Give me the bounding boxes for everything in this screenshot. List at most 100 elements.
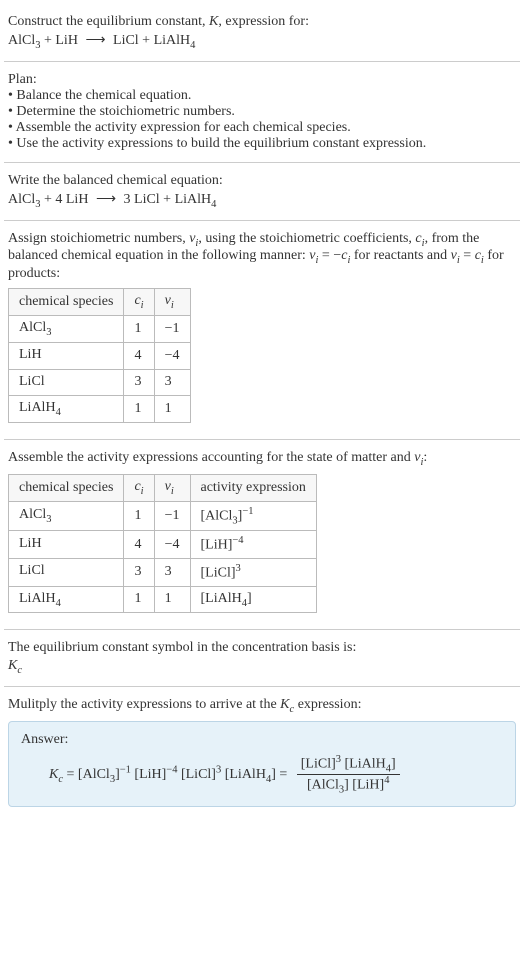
table-header-row: chemical species ci νi activity expressi… — [9, 474, 317, 501]
activity-section: Assemble the activity expressions accoun… — [4, 444, 520, 625]
sp: LiCl — [19, 374, 45, 389]
unbalanced-equation: AlCl3 + LiH ⟶ LiCl + LiAlH4 — [8, 32, 516, 51]
plan-bullet: • Determine the stoichiometric numbers. — [8, 104, 516, 120]
cell-species: LiCl — [9, 558, 124, 586]
assign-b: , using the stoichiometric coefficients, — [198, 231, 415, 246]
sub-i: i — [171, 300, 174, 311]
eq-rhs: LiCl + LiAlH — [110, 33, 191, 48]
col-c: ci — [124, 474, 154, 501]
ax: [AlCl — [201, 508, 233, 523]
col-c: ci — [124, 289, 154, 316]
cell-c: 4 — [124, 531, 154, 559]
num-a: [LiCl] — [301, 757, 336, 772]
table-row: LiCl 3 3 [LiCl]3 — [9, 558, 317, 586]
cell-activity: [LiH]−4 — [190, 531, 316, 559]
eq: = — [276, 767, 291, 782]
stoich-table: chemical species ci νi AlCl3 1 −1 LiH 4 … — [8, 288, 191, 423]
table-row: LiH 4 −4 [LiH]−4 — [9, 531, 317, 559]
balanced-title: Write the balanced chemical equation: — [8, 173, 516, 189]
cell-species: LiH — [9, 531, 124, 559]
plan-bullet: • Use the activity expressions to build … — [8, 136, 516, 152]
sp-sub: 4 — [56, 407, 61, 418]
cell-nu: 1 — [154, 396, 190, 423]
cell-species: AlCl3 — [9, 501, 124, 530]
sp: LiAlH — [19, 591, 56, 606]
divider — [4, 439, 520, 440]
eq-lhs1: AlCl — [8, 33, 35, 48]
prompt-k: K — [209, 14, 218, 29]
assign-eq1: = − — [318, 248, 341, 263]
table-row: AlCl3 1 −1 [AlCl3]−1 — [9, 501, 317, 530]
cell-activity: [LiAlH4] — [190, 586, 316, 613]
table-header-row: chemical species ci νi — [9, 289, 191, 316]
col-nu: νi — [154, 289, 190, 316]
sub-i: i — [141, 486, 144, 497]
k: K — [280, 697, 289, 712]
table-row: AlCl3 1 −1 — [9, 315, 191, 342]
plan-title: Plan: — [8, 72, 516, 88]
fraction-numerator: [LiCl]3 [LiAlH4] — [297, 754, 400, 775]
sub-i: i — [141, 300, 144, 311]
balanced-equation: AlCl3 + 4 LiH ⟶ 3 LiCl + LiAlH4 — [8, 191, 516, 210]
arrow-icon: ⟶ — [92, 192, 120, 207]
ax: [LiAlH — [201, 591, 242, 606]
t1: [AlCl — [78, 767, 110, 782]
eq-rhs-sub: 4 — [190, 40, 195, 51]
fraction: [LiCl]3 [LiAlH4][AlCl3] [LiH]4 — [297, 754, 400, 796]
k-sub: c — [17, 665, 22, 676]
ax-sup: −1 — [242, 506, 253, 517]
symbol-section: The equilibrium constant symbol in the c… — [4, 634, 520, 682]
assign-a: Assign stoichiometric numbers, — [8, 231, 189, 246]
col-species: chemical species — [9, 289, 124, 316]
symbol-text: The equilibrium constant symbol in the c… — [8, 640, 516, 656]
divider — [4, 61, 520, 62]
table-row: LiAlH4 1 1 — [9, 396, 191, 423]
cell-c: 1 — [124, 315, 154, 342]
k: K — [8, 658, 17, 673]
cell-nu: −4 — [154, 342, 190, 369]
cell-species: LiCl — [9, 369, 124, 396]
assign-section: Assign stoichiometric numbers, νi , using… — [4, 225, 520, 436]
mul-a: Mulitply the activity expressions to arr… — [8, 697, 280, 712]
t2-sup: −4 — [166, 764, 177, 775]
sp-sub: 3 — [46, 514, 51, 525]
cell-species: LiAlH4 — [9, 396, 124, 423]
cell-nu: −4 — [154, 531, 190, 559]
k: K — [49, 767, 58, 782]
bal-plus: + 4 LiH — [40, 192, 91, 207]
bal-lhs1: AlCl — [8, 192, 35, 207]
t2: [LiH] — [134, 767, 166, 782]
t3: [LiCl] — [181, 767, 216, 782]
col-species: chemical species — [9, 474, 124, 501]
ax-sup: −4 — [232, 535, 243, 546]
sp-sub: 3 — [46, 327, 51, 338]
col-nu: νi — [154, 474, 190, 501]
sp: LiAlH — [19, 400, 56, 415]
bal-rhs: 3 LiCl + LiAlH — [120, 192, 211, 207]
den-a: [AlCl — [307, 778, 339, 793]
kc-symbol: Kc — [8, 658, 516, 676]
divider — [4, 629, 520, 630]
ax-close: ] — [247, 591, 252, 606]
act-a: Assemble the activity expressions accoun… — [8, 450, 414, 465]
bal-rhs-sub: 4 — [211, 199, 216, 210]
plan-section: Plan: • Balance the chemical equation. •… — [4, 66, 520, 158]
eq-plus: + LiH — [40, 33, 81, 48]
balanced-section: Write the balanced chemical equation: Al… — [4, 167, 520, 216]
cell-c: 1 — [124, 501, 154, 530]
cell-nu: −1 — [154, 315, 190, 342]
divider — [4, 220, 520, 221]
cell-c: 3 — [124, 369, 154, 396]
cell-nu: 3 — [154, 369, 190, 396]
answer-label: Answer: — [21, 732, 503, 748]
num-b-close: ] — [391, 757, 396, 772]
prompt-section: Construct the equilibrium constant, K, e… — [4, 8, 520, 57]
sp: LiH — [19, 347, 42, 362]
sp: LiH — [19, 536, 42, 551]
cell-c: 1 — [124, 396, 154, 423]
cell-c: 3 — [124, 558, 154, 586]
assign-text: Assign stoichiometric numbers, νi, using… — [8, 231, 516, 283]
cell-activity: [AlCl3]−1 — [190, 501, 316, 530]
prompt-line: Construct the equilibrium constant, K, e… — [8, 14, 516, 30]
sp: AlCl — [19, 320, 46, 335]
